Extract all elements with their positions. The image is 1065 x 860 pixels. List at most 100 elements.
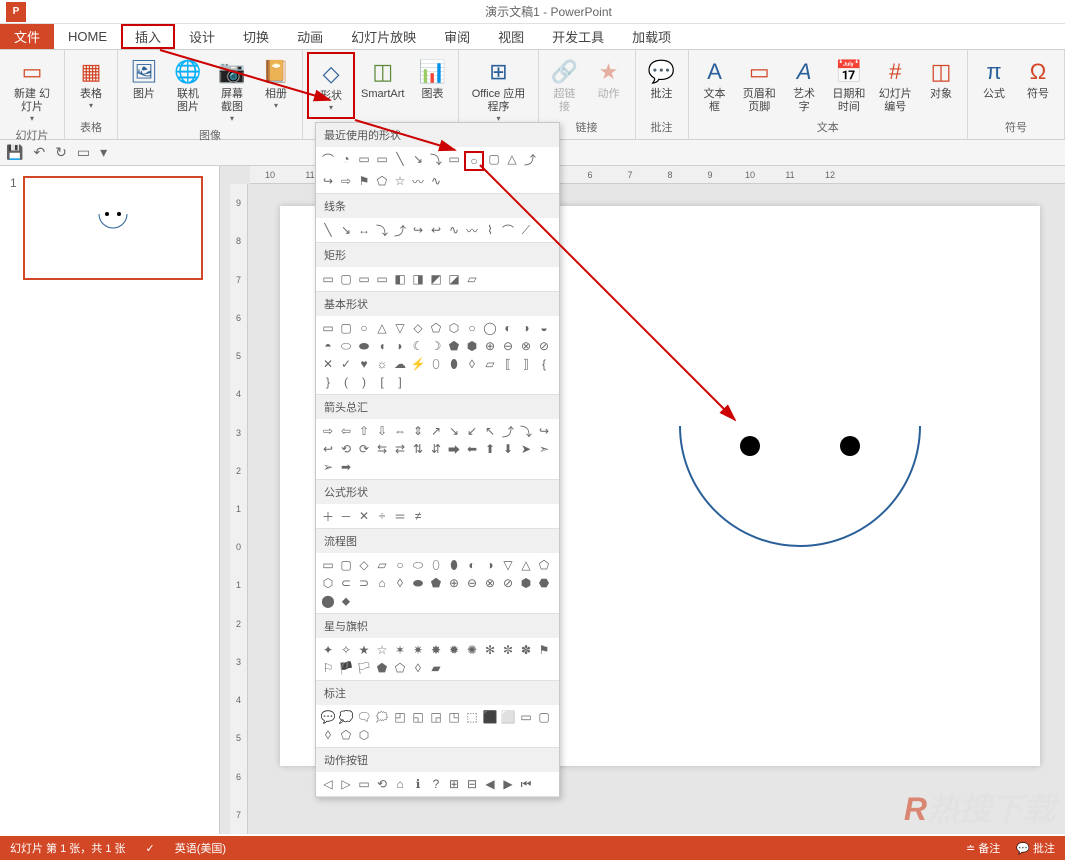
shape-item[interactable]: ➢ bbox=[320, 459, 336, 475]
shape-item[interactable]: ⊖ bbox=[464, 575, 480, 591]
shape-item[interactable]: ⚡ bbox=[410, 356, 426, 372]
shape-item[interactable]: ⬟ bbox=[374, 660, 390, 676]
shape-item[interactable]: ◇ bbox=[410, 320, 426, 336]
shape-item[interactable]: ⟲ bbox=[374, 776, 390, 792]
shape-item[interactable]: ⊕ bbox=[482, 338, 498, 354]
shape-item[interactable]: ⌒ bbox=[500, 222, 516, 238]
status-spell-icon[interactable]: ✓ bbox=[146, 842, 155, 855]
status-comments-button[interactable]: 💬 批注 bbox=[1016, 840, 1055, 856]
qat-customize-icon[interactable]: ▾ bbox=[100, 144, 107, 161]
shape-item[interactable]: ⊖ bbox=[500, 338, 516, 354]
shape-item[interactable]: ▽ bbox=[500, 557, 516, 573]
shape-item[interactable]: ◱ bbox=[410, 709, 426, 725]
shape-item[interactable]: ⏮ bbox=[518, 776, 534, 792]
datetime-button[interactable]: 📅日期和时间 bbox=[826, 52, 872, 119]
shape-item[interactable]: ✷ bbox=[410, 642, 426, 658]
tab-slideshow[interactable]: 幻灯片放映 bbox=[337, 24, 430, 49]
shape-item[interactable]: ⬜ bbox=[500, 709, 516, 725]
shape-item[interactable]: ◊ bbox=[410, 660, 426, 676]
shape-item[interactable]: ⮕ bbox=[446, 441, 462, 457]
shape-item[interactable]: ⊟ bbox=[464, 776, 480, 792]
shape-item[interactable]: △ bbox=[374, 320, 390, 336]
shape-item[interactable]: ⬭ bbox=[410, 557, 426, 573]
shape-item[interactable]: ✓ bbox=[338, 356, 354, 372]
shape-item[interactable]: ↔ bbox=[356, 222, 372, 238]
shape-item[interactable]: ⬚ bbox=[464, 709, 480, 725]
shape-item[interactable]: ○ bbox=[392, 557, 408, 573]
shape-item[interactable]: ☾ bbox=[410, 338, 426, 354]
shape-item[interactable]: ↗ bbox=[428, 423, 444, 439]
shape-item[interactable]: ◖ bbox=[374, 338, 390, 354]
album-button[interactable]: 📔相册▾ bbox=[254, 52, 298, 127]
shape-item[interactable]: ⇅ bbox=[410, 441, 426, 457]
shape-item[interactable]: ▭ bbox=[518, 709, 534, 725]
shape-line[interactable]: ╲ bbox=[392, 151, 408, 167]
shape-item[interactable]: ＋ bbox=[320, 508, 336, 524]
shape-item[interactable]: ⬬ bbox=[356, 338, 372, 354]
shape-item[interactable]: ÷ bbox=[374, 508, 390, 524]
shape-item[interactable]: ✕ bbox=[320, 356, 336, 372]
shape-item[interactable]: ➣ bbox=[536, 441, 552, 457]
shape-freeform[interactable]: 〰 bbox=[410, 173, 426, 189]
shape-item[interactable]: ⤴ bbox=[392, 222, 408, 238]
shape-item[interactable]: ⚐ bbox=[320, 660, 336, 676]
table-button[interactable]: ▦ 表格 ▾ bbox=[69, 52, 113, 119]
shape-item[interactable]: ⊞ bbox=[446, 776, 462, 792]
shape-item[interactable]: ↩ bbox=[320, 441, 336, 457]
symbol-button[interactable]: Ω符号 bbox=[1016, 52, 1060, 119]
office-apps-button[interactable]: ⊞Office 应用程序▾ bbox=[463, 52, 533, 127]
shape-item[interactable]: ◒ bbox=[536, 320, 552, 336]
shape-item[interactable]: ⬛ bbox=[482, 709, 498, 725]
shape-item[interactable]: ⬬ bbox=[410, 575, 426, 591]
shape-item[interactable]: ✼ bbox=[500, 642, 516, 658]
shape-item[interactable]: ▢ bbox=[536, 709, 552, 725]
shape-item[interactable]: ▢ bbox=[338, 557, 354, 573]
shape-item[interactable]: ◁ bbox=[320, 776, 336, 792]
shape-item[interactable]: ⤴ bbox=[500, 423, 516, 439]
shape-item[interactable]: ⇧ bbox=[356, 423, 372, 439]
shape-item[interactable]: ✸ bbox=[428, 642, 444, 658]
new-slide-button[interactable]: ▭ 新建 幻灯片 ▾ bbox=[4, 52, 60, 127]
shape-item[interactable]: － bbox=[338, 508, 354, 524]
shape-item[interactable]: ↘ bbox=[338, 222, 354, 238]
shape-item[interactable]: ↖ bbox=[482, 423, 498, 439]
screenshot-button[interactable]: 📷屏幕截图▾ bbox=[210, 52, 254, 127]
shape-item[interactable]: ⬤ bbox=[320, 593, 336, 609]
shape-item[interactable]: ♥ bbox=[356, 356, 372, 372]
shape-item[interactable]: ( bbox=[338, 374, 354, 390]
shape-item[interactable]: ✧ bbox=[338, 642, 354, 658]
shape-item[interactable]: ⇨ bbox=[320, 423, 336, 439]
shape-item[interactable]: ▭ bbox=[356, 776, 372, 792]
shape-item[interactable]: ⇆ bbox=[374, 441, 390, 457]
shape-item[interactable]: ▭ bbox=[356, 271, 372, 287]
shape-item[interactable]: ◩ bbox=[428, 271, 444, 287]
shape-item[interactable]: ? bbox=[428, 776, 444, 792]
shape-item[interactable]: ▢ bbox=[338, 320, 354, 336]
shape-item[interactable]: ⤵ bbox=[374, 222, 390, 238]
shape-line-arrow[interactable]: ↘ bbox=[410, 151, 426, 167]
comment-button[interactable]: 💬批注 bbox=[640, 52, 684, 119]
shape-item[interactable]: ✺ bbox=[464, 642, 480, 658]
shape-item[interactable]: [ bbox=[374, 374, 390, 390]
shape-item[interactable]: ∿ bbox=[446, 222, 462, 238]
shape-item[interactable]: ◪ bbox=[446, 271, 462, 287]
shape-item[interactable]: ⬡ bbox=[446, 320, 462, 336]
shape-item[interactable]: ⌂ bbox=[374, 575, 390, 591]
shape-item[interactable]: ▰ bbox=[428, 660, 444, 676]
shape-item[interactable]: ◇ bbox=[356, 557, 372, 573]
shape-textbox[interactable]: ▭ bbox=[356, 151, 372, 167]
shape-triangle[interactable]: △ bbox=[504, 151, 520, 167]
shape-item[interactable]: ★ bbox=[356, 642, 372, 658]
shape-item[interactable]: { bbox=[536, 356, 552, 372]
shape-item[interactable]: ⊕ bbox=[446, 575, 462, 591]
shape-rounded-rect[interactable]: ▢ bbox=[486, 151, 502, 167]
shape-rect[interactable]: ▭ bbox=[446, 151, 462, 167]
save-button[interactable]: 💾 bbox=[6, 144, 23, 161]
shape-flag[interactable]: ⚑ bbox=[356, 173, 372, 189]
shape-item[interactable]: ↘ bbox=[446, 423, 462, 439]
shape-item[interactable]: ⬠ bbox=[338, 727, 354, 743]
slideshow-qat-button[interactable]: ▭ bbox=[77, 144, 90, 161]
shape-arc[interactable]: ⌒ bbox=[320, 151, 336, 167]
shape-item[interactable]: ◐ bbox=[464, 557, 480, 573]
shape-item[interactable]: ☼ bbox=[374, 356, 390, 372]
